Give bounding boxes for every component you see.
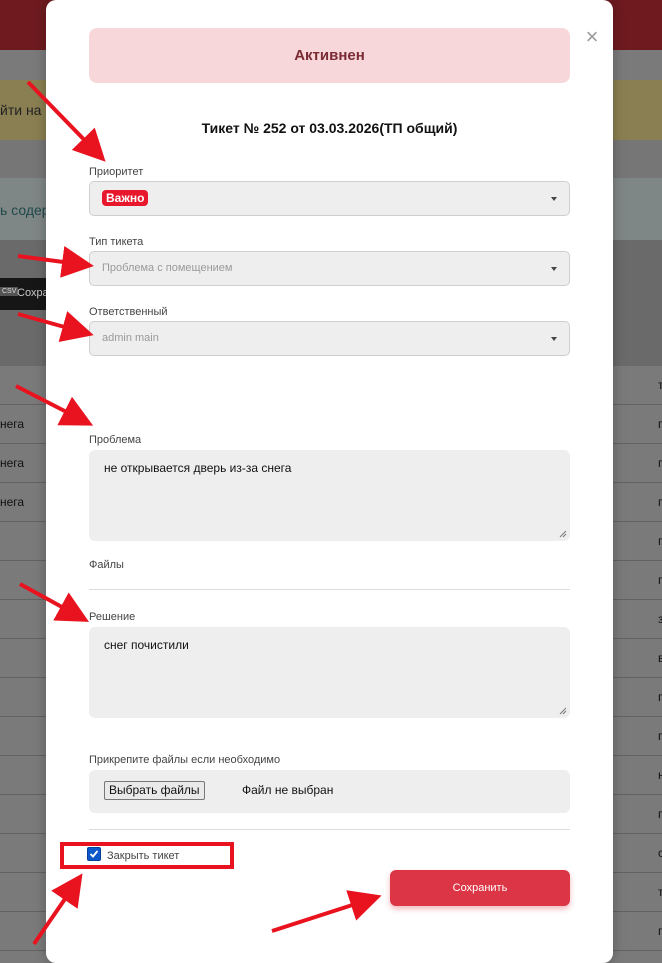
- bg-row-right-text: н: [658, 768, 662, 782]
- chevron-down-icon: [551, 197, 557, 201]
- solution-text: снег почистили: [104, 638, 189, 652]
- bg-row-right-text: в: [658, 651, 662, 665]
- problem-textarea[interactable]: не открывается дверь из-за снега: [89, 450, 570, 541]
- bg-row-right-text: п: [658, 495, 662, 509]
- bg-row-right-text: т: [658, 378, 662, 392]
- close-ticket-label: Закрыть тикет: [107, 850, 180, 862]
- bg-row-right-text: п: [658, 456, 662, 470]
- bg-row-right-text: з: [658, 612, 662, 626]
- bg-row-left-text: нега: [0, 495, 25, 509]
- problem-text: не открывается дверь из-за снега: [104, 461, 292, 475]
- priority-badge: Важно: [102, 190, 149, 206]
- bg-row-left-text: нега: [0, 417, 25, 431]
- attach-label: Прикрепите файлы если необходимо: [89, 754, 281, 766]
- bg-row-right-text: с: [658, 846, 662, 860]
- bg-row-left-text: нега: [0, 456, 25, 470]
- ticket-modal: × Активнен Тикет № 252 от 03.03.2026(ТП …: [46, 0, 613, 963]
- problem-label: Проблема: [89, 434, 142, 446]
- checkmark-icon: [89, 850, 99, 858]
- priority-select[interactable]: Важно: [89, 181, 570, 216]
- bg-row-right-text: п: [658, 690, 662, 704]
- chevron-down-icon: [551, 267, 557, 271]
- close-ticket-checkbox[interactable]: [87, 847, 101, 861]
- close-icon[interactable]: ×: [582, 26, 602, 48]
- bg-row-right-text: п: [658, 729, 662, 743]
- bg-row-right-text: п: [658, 924, 662, 938]
- attach-divider: [89, 829, 570, 830]
- chevron-down-icon: [551, 337, 557, 341]
- bg-row-right-text: т: [658, 885, 662, 899]
- bg-row-right-text: п: [658, 417, 662, 431]
- responsible-label: Ответственный: [89, 306, 168, 318]
- file-status: Файл не выбран: [242, 783, 334, 797]
- solution-label: Решение: [89, 611, 136, 623]
- bg-info-text: ь содер: [0, 202, 50, 218]
- bg-row-right-text: п: [658, 807, 662, 821]
- ticket-type-select[interactable]: Проблема с помещением: [89, 251, 570, 286]
- bg-save-label: Сохра: [17, 287, 49, 299]
- responsible-value: admin main: [102, 332, 159, 344]
- bg-row-right-text: п: [658, 534, 662, 548]
- solution-textarea[interactable]: снег почистили: [89, 627, 570, 718]
- ticket-type-value: Проблема с помещением: [102, 262, 233, 274]
- ticket-type-label: Тип тикета: [89, 236, 144, 248]
- status-banner: Активнен: [89, 28, 570, 83]
- resize-grip-icon: [559, 530, 567, 538]
- choose-files-button[interactable]: Выбрать файлы: [104, 781, 205, 800]
- priority-label: Приоритет: [89, 166, 144, 178]
- responsible-select[interactable]: admin main: [89, 321, 570, 356]
- bg-save-csv-button: CSV Сохра: [0, 278, 49, 310]
- ticket-title: Тикет № 252 от 03.03.2026(ТП общий): [201, 120, 458, 136]
- file-input: Выбрать файлы Файл не выбран: [89, 770, 570, 813]
- files-label: Файлы: [89, 559, 124, 571]
- csv-icon: CSV: [0, 287, 19, 296]
- bg-row-right-text: п: [658, 573, 662, 587]
- resize-grip-icon: [559, 707, 567, 715]
- files-divider: [89, 589, 570, 590]
- save-button[interactable]: Сохранить: [390, 870, 570, 906]
